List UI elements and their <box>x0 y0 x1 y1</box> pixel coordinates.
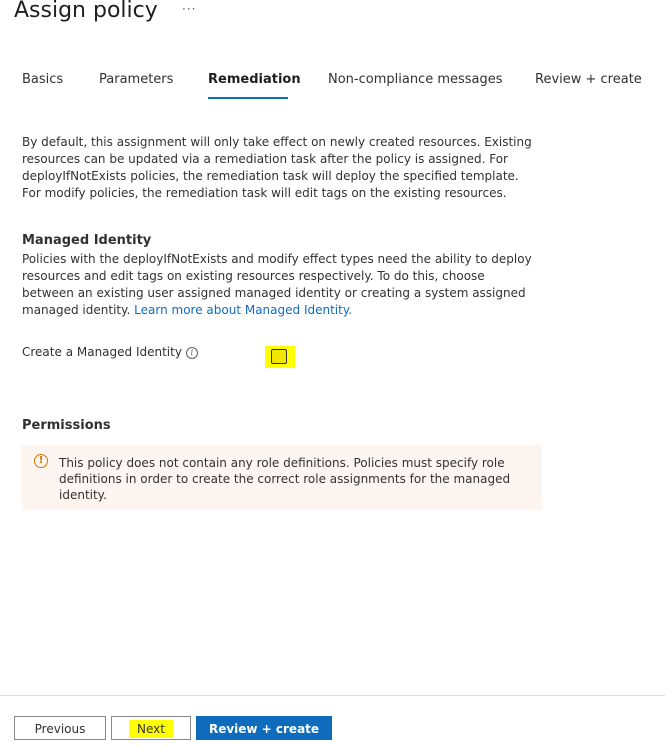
permissions-warning: ! This policy does not contain any role … <box>22 445 542 510</box>
footer-divider <box>0 695 665 696</box>
review-create-button[interactable]: Review + create <box>196 716 332 740</box>
warning-icon: ! <box>34 454 48 468</box>
active-tab-indicator <box>208 97 288 99</box>
managed-identity-description: Policies with the deployIfNotExists and … <box>22 251 537 319</box>
create-managed-identity-label: Create a Managed Identity i <box>22 345 198 359</box>
previous-button[interactable]: Previous <box>14 716 106 740</box>
create-managed-identity-checkbox[interactable] <box>271 349 287 364</box>
managed-identity-heading: Managed Identity <box>22 233 152 248</box>
tab-basics[interactable]: Basics <box>22 72 63 87</box>
tab-review-create[interactable]: Review + create <box>535 72 642 87</box>
tab-remediation[interactable]: Remediation <box>208 72 301 87</box>
permissions-warning-text: This policy does not contain any role de… <box>59 456 511 502</box>
permissions-heading: Permissions <box>22 418 111 433</box>
tab-bar: Basics Parameters Remediation Non-compli… <box>0 72 665 102</box>
tab-non-compliance-messages[interactable]: Non-compliance messages <box>328 72 503 87</box>
info-icon[interactable]: i <box>185 346 198 359</box>
next-button-label: Next <box>129 720 173 738</box>
tab-parameters[interactable]: Parameters <box>99 72 173 87</box>
more-options-icon[interactable]: ··· <box>182 2 196 16</box>
create-managed-identity-label-text: Create a Managed Identity <box>22 345 182 359</box>
page-title: Assign policy <box>14 0 158 23</box>
next-button[interactable]: Next <box>111 716 191 740</box>
learn-more-link[interactable]: Learn more about Managed Identity. <box>134 303 352 317</box>
intro-text: By default, this assignment will only ta… <box>22 135 532 200</box>
